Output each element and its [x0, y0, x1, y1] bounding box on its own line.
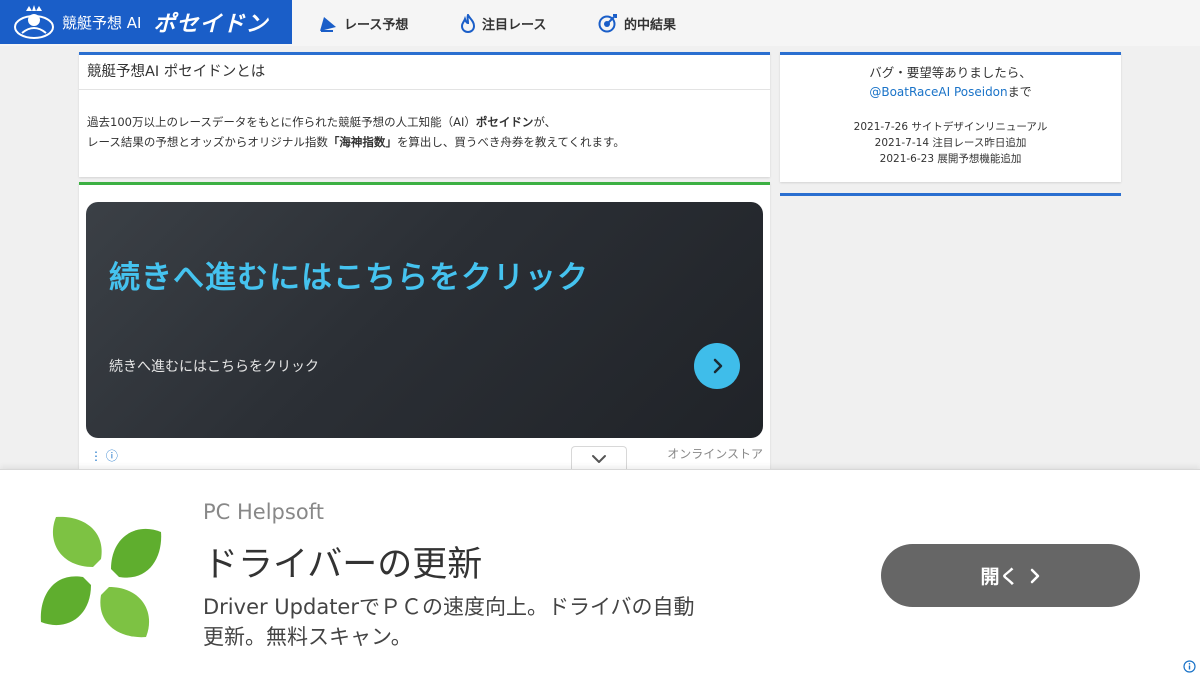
leaf-logo-icon — [34, 510, 168, 644]
banner-open-button[interactable]: 開く — [881, 544, 1140, 607]
about-text: が、 — [533, 115, 557, 129]
twitter-link[interactable]: @BoatRaceAI Poseidon — [869, 85, 1007, 99]
about-title: 競艇予想AI ポセイドンとは — [79, 55, 770, 90]
about-line-2: レース結果の予想とオッズからオリジナル指数「海神指数」を算出し、買うべき舟券を教… — [87, 132, 770, 152]
about-brand-bold: ポセイドン — [475, 115, 534, 129]
feedback-link-suffix: まで — [1007, 85, 1032, 99]
about-index-bold: 「海神指数」 — [327, 135, 397, 149]
banner-title: ドライバーの更新 — [203, 545, 483, 585]
about-text: を算出し、買うべき舟券を教えてくれます。 — [396, 135, 625, 149]
nav-label: レース予想 — [344, 17, 409, 33]
update-log-item: 2021-6-23 展開予想機能追加 — [879, 153, 1022, 165]
about-line-1: 過去100万以上のレースデータをもとに作られた競艇予想の人工知能（AI）ポセイド… — [87, 112, 770, 132]
chevron-right-icon — [713, 358, 723, 374]
ad-card: 続きへ進むにはこちらをクリック 続きへ進むにはこちらをクリック ⋮ ⓘ オンライ… — [79, 182, 770, 475]
chevron-down-icon — [592, 455, 606, 463]
banner-desc-line: Driver UpdaterでＰＣの速度向上。ドライバの自動 — [203, 595, 695, 619]
site-header: 競艇予想 AI ポセイドン レース予想 注目レース 的中結果 — [0, 0, 1200, 46]
ad-info-icon[interactable] — [1183, 658, 1196, 673]
about-text: 過去100万以上のレースデータをもとに作られた競艇予想の人工知能（AI） — [87, 115, 476, 129]
about-description: 過去100万以上のレースデータをもとに作られた競艇予想の人工知能（AI）ポセイド… — [79, 90, 770, 152]
ad-creative[interactable]: 続きへ進むにはこちらをクリック 続きへ進むにはこちらをクリック — [86, 202, 763, 438]
side-divider — [780, 193, 1121, 196]
ad-store-label[interactable]: オンラインストア — [667, 445, 763, 462]
ad-options-icon[interactable]: ⋮ ⓘ — [90, 447, 118, 464]
about-card: 競艇予想AI ポセイドンとは 過去100万以上のレースデータをもとに作られた競艇… — [79, 52, 770, 177]
update-log: 2021-7-26 サイトデザインリニューアル 2021-7-14 注目レース昨… — [780, 119, 1121, 167]
flag-icon — [320, 17, 336, 32]
ad-subtext: 続きへ進むにはこちらをクリック — [109, 359, 319, 375]
nav-label: 注目レース — [482, 17, 547, 33]
logo-brand: ポセイドン — [153, 12, 269, 37]
nav-label: 的中結果 — [624, 17, 677, 33]
poseidon-emblem-icon — [8, 2, 60, 42]
fire-icon — [460, 13, 476, 33]
update-log-item: 2021-7-26 サイトデザインリニューアル — [853, 121, 1048, 133]
chevron-right-icon — [1030, 568, 1039, 583]
target-icon — [598, 14, 617, 33]
about-text: レース結果の予想とオッズからオリジナル指数 — [87, 135, 328, 149]
nav-featured-race[interactable]: 注目レース — [460, 0, 546, 46]
banner-description: Driver UpdaterでＰＣの速度向上。ドライバの自動 更新。無料スキャン… — [203, 592, 695, 652]
bottom-banner-ad[interactable]: PC Helpsoft ドライバーの更新 Driver UpdaterでＰＣの速… — [0, 469, 1200, 677]
side-info-card: バグ・要望等ありましたら、 @BoatRaceAI Poseidonまで 202… — [780, 52, 1121, 182]
banner-desc-line: 更新。無料スキャン。 — [203, 625, 412, 649]
nav-hit-results[interactable]: 的中結果 — [598, 0, 676, 46]
feedback-message: バグ・要望等ありましたら、 — [869, 65, 1032, 80]
site-logo[interactable]: 競艇予想 AI ポセイドン — [0, 0, 292, 44]
update-log-item: 2021-7-14 注目レース昨日追加 — [874, 137, 1027, 149]
banner-open-label: 開く — [980, 566, 1019, 588]
feedback-link-line: @BoatRaceAI Poseidonまで — [780, 83, 1121, 101]
banner-collapse-button[interactable] — [571, 446, 627, 471]
ad-next-button[interactable] — [694, 343, 740, 389]
logo-text: 競艇予想 AI — [62, 13, 142, 32]
nav-race-prediction[interactable]: レース予想 — [318, 0, 408, 46]
ad-headline: 続きへ進むにはこちらをクリック — [109, 260, 589, 296]
banner-advertiser: PC Helpsoft — [203, 500, 324, 524]
